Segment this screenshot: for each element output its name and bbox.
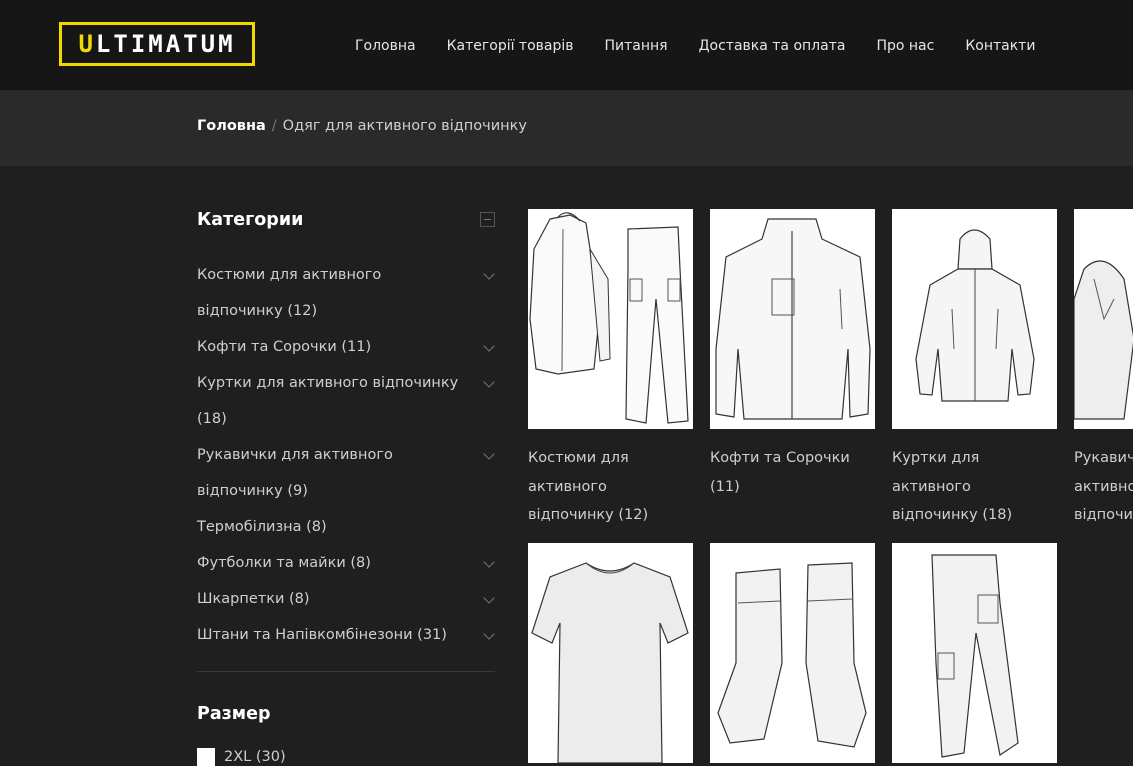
product-title[interactable]: Рукавички для активного відпочинку: [1074, 444, 1133, 530]
categories-heading: Категории: [197, 210, 304, 230]
hooded-jacket-sketch-icon: [892, 209, 1057, 429]
product-card-jackets[interactable]: Куртки для активного відпочинку (18): [892, 209, 1057, 530]
category-label: Куртки для активного відпочинку: [197, 375, 459, 391]
nav-link-contacts[interactable]: Контакти: [965, 38, 1035, 54]
product-image-glove[interactable]: [1074, 209, 1133, 429]
product-card-tshirts[interactable]: [528, 543, 693, 763]
chevron-down-icon[interactable]: [483, 376, 495, 388]
category-count: (8): [350, 555, 371, 571]
category-count: (8): [289, 591, 310, 607]
logo-text: ULTIMATUM: [78, 30, 236, 58]
category-label: Штани та Напівкомбінезони: [197, 627, 413, 643]
breadcrumb-current: Одяг для активного відпочинку: [282, 118, 527, 134]
product-image-socks[interactable]: [710, 543, 875, 763]
main-nav: Головна Категорії товарів Питання Достав…: [355, 38, 1035, 54]
breadcrumb-bar: Головна / Одяг для активного відпочинку: [0, 90, 1133, 166]
product-image-fleece[interactable]: [710, 209, 875, 429]
category-list: Костюми для активного відпочинку (12) Ко…: [197, 257, 495, 653]
category-item-thermal[interactable]: Термобілизна (8): [197, 509, 495, 545]
breadcrumb-home-link[interactable]: Головна: [197, 118, 266, 134]
chevron-down-icon[interactable]: [483, 592, 495, 604]
product-card-suits[interactable]: Костюми для активного відпочинку (12): [528, 209, 693, 530]
chevron-down-icon[interactable]: [483, 448, 495, 460]
product-title[interactable]: Костюми для активного відпочинку (12): [528, 444, 693, 530]
category-count: (9): [287, 483, 308, 499]
nav-link-home[interactable]: Головна: [355, 38, 416, 54]
product-card-pants[interactable]: [892, 543, 1057, 763]
top-navbar: ULTIMATUM Головна Категорії товарів Пита…: [0, 0, 1133, 90]
category-item-suits[interactable]: Костюми для активного відпочинку (12): [197, 257, 495, 329]
nav-link-delivery[interactable]: Доставка та оплата: [699, 38, 846, 54]
size-option-2xl[interactable]: 2XL (30): [197, 748, 495, 766]
category-item-gloves[interactable]: Рукавички для активного відпочинку (9): [197, 437, 495, 509]
breadcrumb: Головна / Одяг для активного відпочинку: [197, 118, 527, 134]
sidebar-divider: [197, 671, 495, 672]
product-grid: Костюми для активного відпочинку (12) Ко…: [528, 209, 1133, 765]
category-item-jackets[interactable]: Куртки для активного відпочинку (18): [197, 365, 495, 437]
nav-link-about[interactable]: Про нас: [876, 38, 934, 54]
category-item-socks[interactable]: Шкарпетки (8): [197, 581, 495, 617]
chevron-down-icon[interactable]: [483, 340, 495, 352]
site-logo[interactable]: ULTIMATUM: [59, 22, 255, 66]
category-label: Термобілизна: [197, 519, 302, 535]
tshirt-sketch-icon: [528, 543, 693, 763]
chevron-down-icon[interactable]: [483, 268, 495, 280]
category-label: Кофти та Сорочки: [197, 339, 337, 355]
category-count: (11): [341, 339, 372, 355]
product-image-suit[interactable]: [528, 209, 693, 429]
product-title[interactable]: Куртки для активного відпочинку (18): [892, 444, 1057, 530]
product-image-tshirt[interactable]: [528, 543, 693, 763]
fleece-jacket-sketch-icon: [710, 209, 875, 429]
category-item-tshirts[interactable]: Футболки та майки (8): [197, 545, 495, 581]
product-image-pants[interactable]: [892, 543, 1057, 763]
product-title[interactable]: Кофти та Сорочки (11): [710, 444, 875, 501]
glove-sketch-icon: [1074, 209, 1133, 429]
nav-link-questions[interactable]: Питання: [605, 38, 668, 54]
product-card-socks[interactable]: [710, 543, 875, 763]
category-count: (31): [417, 627, 447, 643]
nav-link-categories[interactable]: Категорії товарів: [447, 38, 574, 54]
category-label: Шкарпетки: [197, 591, 285, 607]
breadcrumb-separator: /: [271, 118, 277, 134]
chevron-down-icon[interactable]: [483, 628, 495, 640]
product-card-shirts[interactable]: Кофти та Сорочки (11): [710, 209, 875, 501]
filter-sidebar: Категории Костюми для активного відпочин…: [197, 210, 495, 766]
category-item-shirts[interactable]: Кофти та Сорочки (11): [197, 329, 495, 365]
size-heading: Размер: [197, 704, 271, 724]
size-count: (30): [255, 749, 286, 765]
chevron-down-icon[interactable]: [483, 556, 495, 568]
collapse-icon[interactable]: [480, 212, 495, 227]
category-count: (8): [306, 519, 327, 535]
product-image-jacket[interactable]: [892, 209, 1057, 429]
category-count: (12): [287, 303, 318, 319]
product-card-gloves[interactable]: Рукавички для активного відпочинку: [1074, 209, 1133, 530]
size-label: 2XL: [224, 749, 252, 765]
category-item-pants[interactable]: Штани та Напівкомбінезони (31): [197, 617, 495, 653]
pants-sketch-icon: [892, 543, 1057, 763]
category-count: (18): [197, 411, 227, 427]
size-checkbox[interactable]: [197, 748, 215, 766]
socks-sketch-icon: [710, 543, 875, 763]
suit-sketch-icon: [529, 212, 689, 424]
category-label: Футболки та майки: [197, 555, 346, 571]
